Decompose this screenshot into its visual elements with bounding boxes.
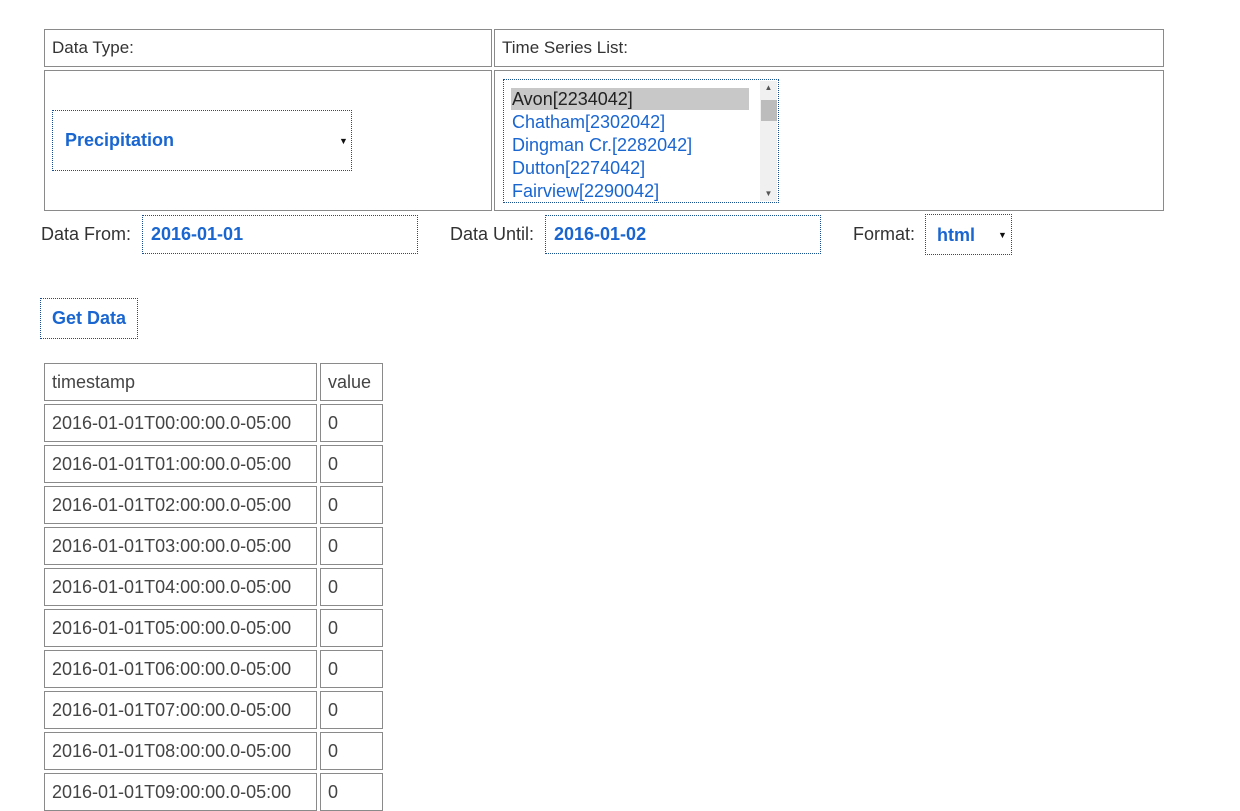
data-until-input[interactable] (545, 215, 821, 254)
data-until-label: Data Until: (450, 224, 535, 244)
data-type-select[interactable]: Precipitation ▼ (52, 110, 352, 171)
scroll-down-icon[interactable]: ▼ (760, 187, 777, 201)
time-series-option[interactable]: Dingman Cr.[2282042] (511, 134, 749, 156)
scroll-up-icon[interactable]: ▲ (760, 81, 777, 95)
value-cell: 0 (320, 486, 383, 524)
column-header-value: value (320, 363, 383, 401)
value-cell: 0 (320, 691, 383, 729)
value-cell: 0 (320, 650, 383, 688)
time-series-header-cell: Time Series List: (494, 29, 1164, 67)
value-cell: 0 (320, 609, 383, 647)
column-header-timestamp: timestamp (44, 363, 317, 401)
time-series-option[interactable]: Avon[2234042] (511, 88, 749, 110)
scrollbar-thumb[interactable] (761, 100, 777, 121)
time-series-list-cell: Avon[2234042] Chatham[2302042] Dingman Cr.… (494, 70, 1164, 211)
get-data-button[interactable]: Get Data (40, 298, 138, 339)
value-cell: 0 (320, 773, 383, 811)
timestamp-cell: 2016-01-01T07:00:00.0-05:00 (44, 691, 317, 729)
chevron-down-icon: ▼ (998, 230, 1007, 240)
timestamp-cell: 2016-01-01T04:00:00.0-05:00 (44, 568, 317, 606)
time-series-listbox[interactable]: Avon[2234042] Chatham[2302042] Dingman Cr.… (503, 79, 779, 203)
format-select-value: html (937, 225, 975, 245)
timestamp-cell: 2016-01-01T01:00:00.0-05:00 (44, 445, 317, 483)
timestamp-cell: 2016-01-01T05:00:00.0-05:00 (44, 609, 317, 647)
data-type-label: Data Type: (52, 38, 134, 57)
data-type-select-cell: Precipitation ▼ (44, 70, 492, 211)
value-cell: 0 (320, 527, 383, 565)
time-series-option[interactable]: Dutton[2274042] (511, 157, 749, 179)
listbox-scrollbar[interactable]: ▲ ▼ (760, 81, 777, 201)
value-cell: 0 (320, 445, 383, 483)
format-select[interactable]: html ▼ (925, 214, 1012, 255)
timestamp-cell: 2016-01-01T09:00:00.0-05:00 (44, 773, 317, 811)
timestamp-cell: 2016-01-01T03:00:00.0-05:00 (44, 527, 317, 565)
timestamp-cell: 2016-01-01T00:00:00.0-05:00 (44, 404, 317, 442)
time-series-label: Time Series List: (502, 38, 628, 57)
chevron-down-icon: ▼ (339, 136, 348, 146)
format-label: Format: (853, 224, 916, 244)
timestamp-cell: 2016-01-01T02:00:00.0-05:00 (44, 486, 317, 524)
value-cell: 0 (320, 732, 383, 770)
timestamp-cell: 2016-01-01T06:00:00.0-05:00 (44, 650, 317, 688)
data-from-label: Data From: (41, 224, 132, 244)
value-cell: 0 (320, 568, 383, 606)
data-type-header-cell: Data Type: (44, 29, 492, 67)
time-series-option[interactable]: Chatham[2302042] (511, 111, 749, 133)
value-cell: 0 (320, 404, 383, 442)
data-from-input[interactable] (142, 215, 418, 254)
time-series-option[interactable]: Fairview[2290042] (511, 180, 749, 202)
data-type-select-value: Precipitation (65, 130, 175, 150)
timestamp-cell: 2016-01-01T08:00:00.0-05:00 (44, 732, 317, 770)
